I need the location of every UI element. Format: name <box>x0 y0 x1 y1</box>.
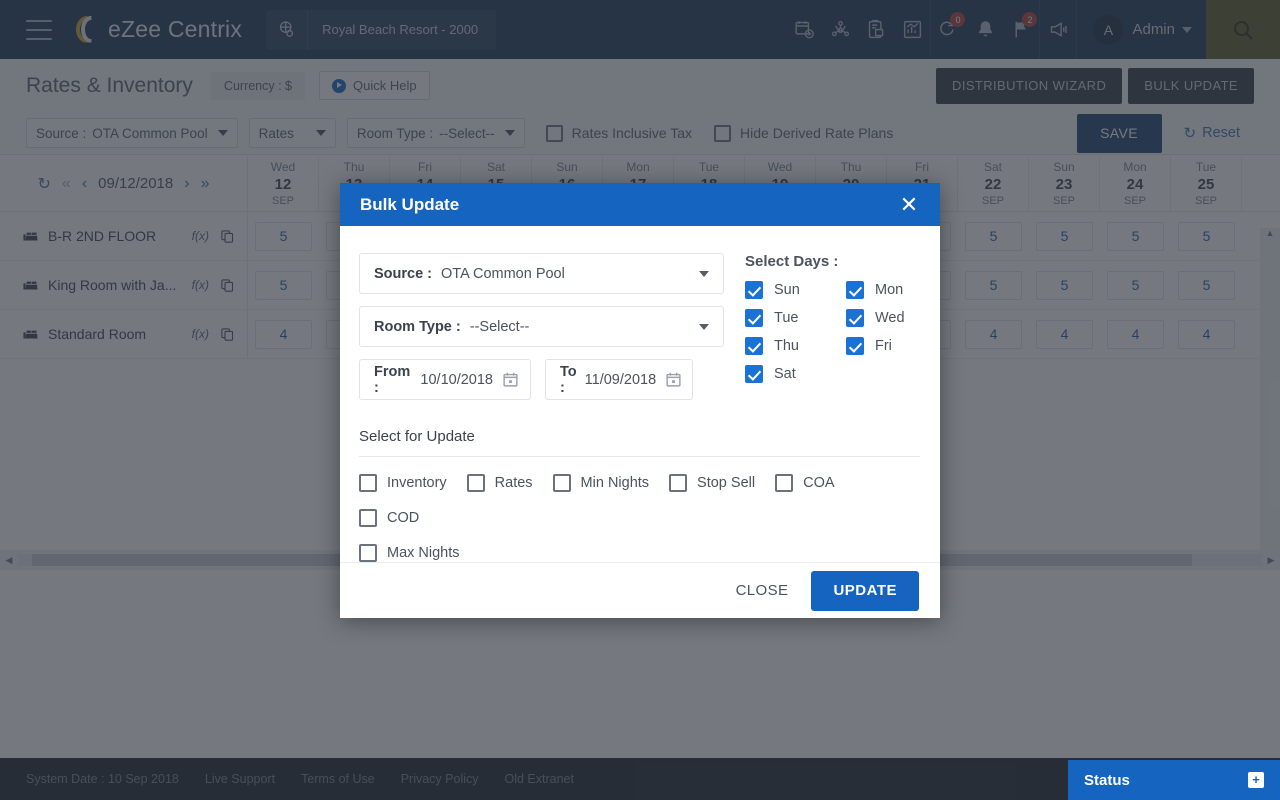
modal-update-button[interactable]: UPDATE <box>811 570 919 611</box>
modal-days-column: Select Days : Sun Mon Tue Wed Thu Fri Sat <box>724 253 920 400</box>
modal-source-label: Source : <box>374 265 433 282</box>
modal-from-date-field[interactable]: From : 10/10/2018 <box>359 359 531 401</box>
checkbox-box <box>745 281 763 300</box>
modal-filters-column: Source : OTA Common Pool Room Type : --S… <box>359 253 724 401</box>
checkbox-box <box>359 509 377 528</box>
modal-source-select[interactable]: Source : OTA Common Pool <box>359 253 724 295</box>
update-option-label: Stop Sell <box>697 475 756 492</box>
day-checkbox-mon[interactable]: Mon <box>846 281 920 300</box>
modal-room-type-value: --Select-- <box>469 318 530 335</box>
checkbox-box <box>846 309 864 328</box>
checkbox-box <box>359 544 377 563</box>
update-option-max-nights[interactable]: Max Nights <box>359 544 900 563</box>
close-icon[interactable]: ✕ <box>896 193 922 216</box>
day-checkbox-sat[interactable]: Sat <box>745 365 846 384</box>
checkbox-box <box>846 337 864 356</box>
update-option-coa[interactable]: COA <box>775 474 835 493</box>
modal-top-section: Source : OTA Common Pool Room Type : --S… <box>359 253 920 401</box>
modal-title: Bulk Update <box>360 194 460 214</box>
checkbox-box <box>745 337 763 356</box>
checkbox-box <box>552 474 571 493</box>
to-date-value: 11/09/2018 <box>584 371 657 388</box>
update-option-label: Inventory <box>387 475 447 492</box>
day-checkbox-sun[interactable]: Sun <box>745 281 846 300</box>
select-days-title: Select Days : <box>745 253 839 271</box>
day-checkbox-tue[interactable]: Tue <box>745 309 846 328</box>
select-for-update-title: Select for Update <box>359 428 475 446</box>
update-option-label: COD <box>387 510 420 527</box>
select-days-grid: Sun Mon Tue Wed Thu Fri Sat <box>745 281 920 384</box>
day-label: Sun <box>774 282 800 299</box>
update-option-min-nights[interactable]: Min Nights <box>552 474 650 493</box>
chevron-down-icon <box>699 270 709 277</box>
modal-source-value: OTA Common Pool <box>441 265 565 282</box>
bulk-update-modal: Bulk Update ✕ Source : OTA Common Pool R… <box>340 183 940 618</box>
status-label: Status <box>1084 771 1130 789</box>
update-option-label: COA <box>803 475 835 492</box>
day-checkbox-wed[interactable]: Wed <box>846 309 920 328</box>
status-bar[interactable]: Status + <box>1068 760 1280 800</box>
modal-date-range: From : 10/10/2018 To : 11/09/2018 <box>359 359 724 401</box>
to-date-label: To : <box>560 363 577 396</box>
checkbox-box <box>745 365 763 384</box>
app-root: eZee Centrix Royal Beach Resort - 2000 <box>0 0 1280 800</box>
update-option-inventory[interactable]: Inventory <box>359 474 447 493</box>
day-label: Tue <box>774 310 799 327</box>
from-date-value: 10/10/2018 <box>420 371 493 388</box>
update-option-stop-sell[interactable]: Stop Sell <box>669 474 756 493</box>
checkbox-box <box>775 474 794 493</box>
calendar-icon[interactable] <box>656 371 682 388</box>
modal-close-button[interactable]: CLOSE <box>723 572 802 610</box>
modal-footer: CLOSE UPDATE <box>340 562 940 618</box>
checkbox-box <box>669 474 688 493</box>
update-option-label: Rates <box>494 475 533 492</box>
divider <box>359 456 920 458</box>
day-label: Sat <box>774 366 796 383</box>
day-label: Wed <box>875 310 905 327</box>
modal-to-date-field[interactable]: To : 11/09/2018 <box>545 359 693 401</box>
from-date-label: From : <box>374 363 411 396</box>
day-label: Thu <box>774 338 799 355</box>
checkbox-box <box>359 474 377 493</box>
checkbox-box <box>745 309 763 328</box>
day-checkbox-thu[interactable]: Thu <box>745 337 846 356</box>
day-label: Fri <box>875 338 892 355</box>
expand-icon[interactable]: + <box>1248 772 1264 788</box>
calendar-icon[interactable] <box>493 371 519 388</box>
update-option-rates[interactable]: Rates <box>466 474 533 493</box>
checkbox-box <box>466 474 485 493</box>
select-for-update-options: Inventory Rates Min Nights Stop Sell COA COD M… <box>359 474 920 563</box>
modal-room-type-label: Room Type : <box>374 318 461 335</box>
day-checkbox-fri[interactable]: Fri <box>846 337 920 356</box>
day-label: Mon <box>875 282 904 299</box>
chevron-down-icon <box>699 323 709 330</box>
modal-room-type-select[interactable]: Room Type : --Select-- <box>359 306 724 348</box>
modal-body: Source : OTA Common Pool Room Type : --S… <box>340 226 940 563</box>
update-option-cod[interactable]: COD <box>359 509 420 528</box>
modal-header: Bulk Update ✕ <box>340 183 940 227</box>
update-option-label: Min Nights <box>580 475 650 492</box>
update-option-label: Max Nights <box>387 545 460 562</box>
checkbox-box <box>846 281 864 300</box>
